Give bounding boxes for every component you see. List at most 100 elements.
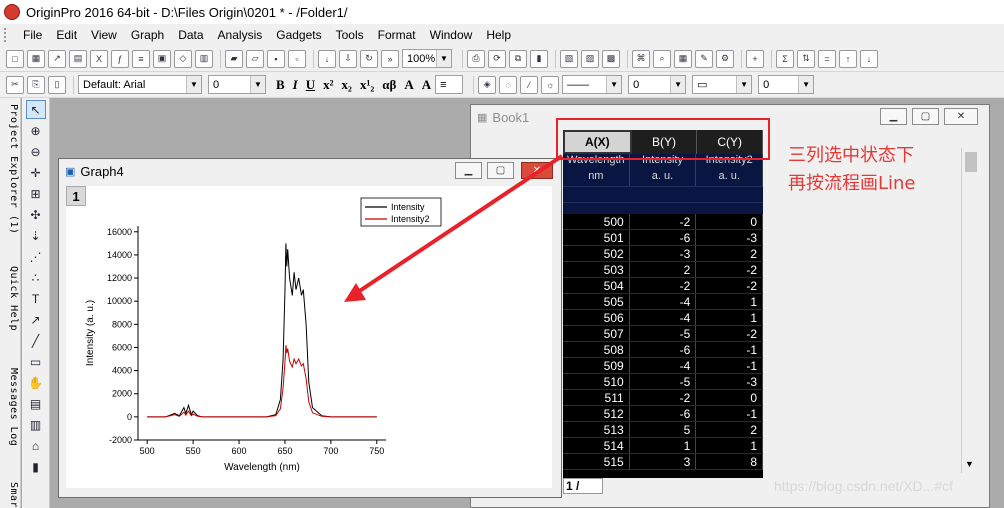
paste-icon[interactable]: ▯: [48, 75, 66, 94]
bold-button[interactable]: B: [276, 77, 285, 93]
find-icon[interactable]: ⌕: [653, 49, 671, 68]
table-cell[interactable]: 515: [563, 454, 630, 469]
units-cell[interactable]: nm: [563, 170, 630, 186]
quick-help-tab[interactable]: Quick Help: [1, 266, 19, 331]
chevron-down-icon[interactable]: ▼: [670, 76, 686, 93]
font-size-combo[interactable]: 0 ▼: [208, 75, 266, 94]
table-cell[interactable]: 500: [563, 214, 630, 229]
underline-button[interactable]: U: [306, 77, 315, 93]
close-button[interactable]: ✕: [944, 108, 978, 125]
table-cell[interactable]: 513: [563, 422, 630, 437]
border-combo[interactable]: ▭ ▼: [692, 75, 753, 94]
table-cell[interactable]: -6: [630, 406, 697, 421]
table-cell[interactable]: 0: [696, 214, 763, 229]
symbol-size-combo[interactable]: 0 ▼: [758, 75, 815, 94]
text-tool-icon[interactable]: T: [26, 289, 46, 308]
subscript-button[interactable]: x₂: [342, 77, 352, 93]
table-row[interactable]: 511 -2 0: [563, 390, 763, 406]
table-row[interactable]: 514 1 1: [563, 438, 763, 454]
increase-font-button[interactable]: A: [404, 77, 413, 93]
supsub-button[interactable]: x¹₂: [360, 77, 374, 93]
table-cell[interactable]: -4: [630, 358, 697, 373]
chevron-down-icon[interactable]: ▼: [250, 76, 265, 93]
table-row[interactable]: 510 -5 -3: [563, 374, 763, 390]
open-template-icon[interactable]: ▱: [246, 49, 264, 68]
new-workbook-icon[interactable]: ▦: [27, 49, 45, 68]
table-row[interactable]: 506 -4 1: [563, 310, 763, 326]
table-row[interactable]: 509 -4 -1: [563, 358, 763, 374]
gear-icon[interactable]: ⚙: [716, 49, 734, 68]
table-cell[interactable]: -4: [630, 294, 697, 309]
menu-analysis[interactable]: Analysis: [211, 25, 270, 45]
table-cell[interactable]: 2: [696, 422, 763, 437]
maximize-button[interactable]: ▢: [912, 108, 939, 125]
refresh-icon[interactable]: ⟳: [488, 49, 506, 68]
table-cell[interactable]: 1: [696, 438, 763, 453]
comments-row[interactable]: [563, 186, 763, 202]
code-builder-icon[interactable]: ⌘: [632, 49, 650, 68]
table-cell[interactable]: 5: [630, 422, 697, 437]
save-icon[interactable]: ▪: [267, 49, 285, 68]
table-row[interactable]: 503 2 -2: [563, 262, 763, 278]
table-cell[interactable]: 512: [563, 406, 630, 421]
table-cell[interactable]: -2: [696, 326, 763, 341]
table-cell[interactable]: 504: [563, 278, 630, 293]
sparkline-row[interactable]: [563, 202, 763, 214]
chevron-down-icon[interactable]: ▼: [186, 76, 201, 93]
italic-button[interactable]: I: [293, 77, 298, 93]
duplicate-icon[interactable]: ⧉: [509, 49, 527, 68]
screen-reader-icon[interactable]: ⊞: [26, 184, 46, 203]
run-icon[interactable]: »: [381, 49, 399, 68]
table-row[interactable]: 504 -2 -2: [563, 278, 763, 294]
table-row[interactable]: 508 -6 -1: [563, 342, 763, 358]
calculator-icon[interactable]: ▦: [674, 49, 692, 68]
pattern-icon[interactable]: ◌: [499, 75, 518, 94]
menu-edit[interactable]: Edit: [49, 25, 84, 45]
chevron-down-icon[interactable]: ▼: [736, 76, 752, 93]
line-tool-icon[interactable]: ╱: [26, 331, 46, 350]
add-column-icon[interactable]: +: [746, 49, 764, 68]
set-values-icon[interactable]: =: [818, 49, 836, 68]
chevron-down-icon[interactable]: ▼: [436, 50, 451, 67]
print-icon[interactable]: ⎙: [467, 49, 485, 68]
menu-view[interactable]: View: [84, 25, 124, 45]
draw-data-icon[interactable]: ∴: [26, 268, 46, 287]
sort-asc-icon[interactable]: ↑: [839, 49, 857, 68]
table-row[interactable]: 512 -6 -1: [563, 406, 763, 422]
sort-desc-icon[interactable]: ↓: [860, 49, 878, 68]
menu-graph[interactable]: Graph: [124, 25, 171, 45]
superscript-button[interactable]: x²: [323, 77, 333, 93]
table-cell[interactable]: -5: [630, 374, 697, 389]
new-layout-icon[interactable]: ▣: [153, 49, 171, 68]
zoom-combo[interactable]: 100% ▼: [402, 49, 452, 68]
menu-format[interactable]: Format: [371, 25, 423, 45]
table-cell[interactable]: 1: [696, 294, 763, 309]
layer-indicator[interactable]: 1: [66, 186, 86, 206]
fill-color-icon[interactable]: ◈: [478, 75, 497, 94]
table-cell[interactable]: 503: [563, 262, 630, 277]
recalculate-icon[interactable]: ↻: [360, 49, 378, 68]
save-template-icon[interactable]: ▫: [288, 49, 306, 68]
align-combo[interactable]: ≡: [435, 75, 464, 94]
table-cell[interactable]: 508: [563, 342, 630, 357]
font-combo[interactable]: Default: Arial ▼: [78, 75, 202, 94]
table-cell[interactable]: 506: [563, 310, 630, 325]
table-cell[interactable]: 501: [563, 230, 630, 245]
table-cell[interactable]: 1: [696, 310, 763, 325]
menu-tools[interactable]: Tools: [329, 25, 371, 45]
table-cell[interactable]: -2: [630, 214, 697, 229]
table-cell[interactable]: 505: [563, 294, 630, 309]
new-3d-icon[interactable]: ◇: [174, 49, 192, 68]
worksheet-grid[interactable]: A(X) B(Y) C(Y) Wavelength Intensity Inte…: [563, 130, 763, 478]
table-cell[interactable]: -1: [696, 342, 763, 357]
table-cell[interactable]: -2: [630, 278, 697, 293]
units-cell[interactable]: a. u.: [630, 170, 697, 186]
menubar-grip[interactable]: [4, 28, 10, 42]
menu-help[interactable]: Help: [479, 25, 518, 45]
table-cell[interactable]: -3: [696, 374, 763, 389]
rectangle-tool-icon[interactable]: ▭: [26, 352, 46, 371]
new-project-icon[interactable]: □: [6, 49, 24, 68]
data-selector-icon[interactable]: ⇣: [26, 226, 46, 245]
table-row[interactable]: 515 3 8: [563, 454, 763, 470]
messages-log-tab[interactable]: Messages Log: [1, 368, 19, 446]
